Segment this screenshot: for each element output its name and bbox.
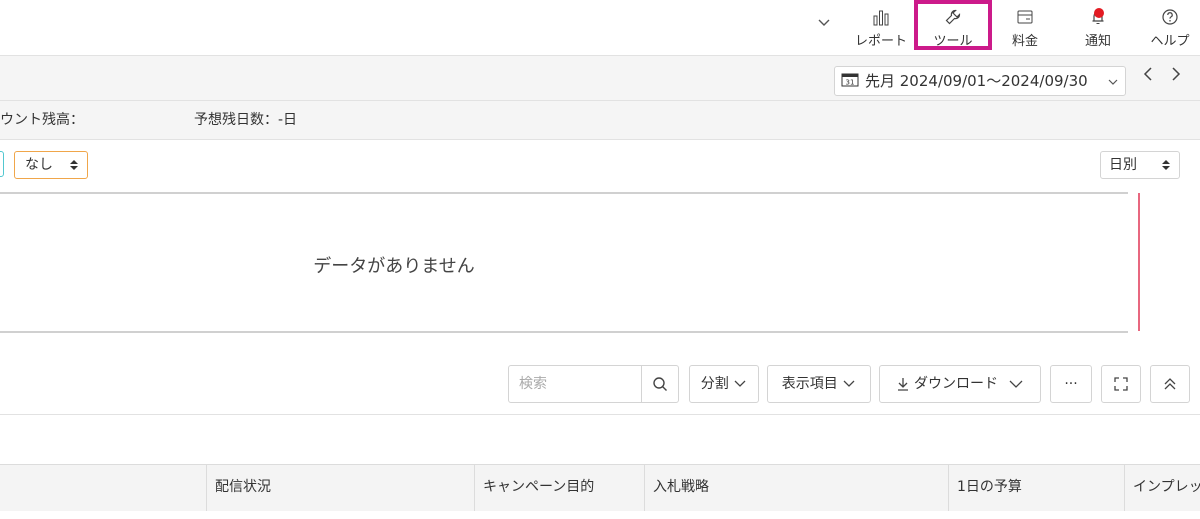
prev-period-button[interactable] <box>1138 66 1158 90</box>
svg-text:31: 31 <box>846 78 855 86</box>
search-icon <box>652 376 668 392</box>
download-icon <box>897 378 908 391</box>
more-options-button[interactable]: ··· <box>1050 365 1092 403</box>
th-delivery-status[interactable]: 配信状況 <box>207 465 475 511</box>
fullscreen-button[interactable] <box>1101 365 1141 403</box>
sort-updown-icon <box>1161 152 1171 178</box>
table-caption-area <box>0 414 1200 465</box>
account-balance-label: ウント残高： <box>0 112 84 128</box>
double-chevron-up-icon <box>1164 378 1176 390</box>
account-info-row: ウント残高： 予想残日数：-日 <box>0 100 1200 139</box>
collapse-button[interactable] <box>1150 365 1190 403</box>
question-icon <box>1142 8 1198 28</box>
wallet-icon <box>997 8 1053 28</box>
date-range-label: 先月 2024/09/01〜2024/09/30 <box>865 72 1088 90</box>
chart-top-divider <box>0 192 1128 194</box>
granularity-select[interactable]: 日別 <box>1100 151 1180 179</box>
no-data-message: データがありません <box>313 256 475 277</box>
sort-updown-icon <box>69 152 79 178</box>
search-button[interactable] <box>641 365 679 403</box>
calendar-icon: 31 <box>841 68 859 96</box>
fullscreen-icon <box>1114 377 1128 391</box>
th-impressions[interactable]: インプレッ <box>1125 465 1200 511</box>
notification-dot <box>1094 8 1104 18</box>
top-header: レポート ツール 料金 通知 ヘルプ <box>0 0 1200 56</box>
nav-report[interactable]: レポート <box>853 8 909 49</box>
split-label: 分割 <box>700 376 729 392</box>
filter-row: なし 日別 <box>0 139 1200 192</box>
download-dropdown-button[interactable]: ダウンロード <box>879 365 1041 403</box>
account-dropdown-chevron-icon[interactable] <box>796 14 852 34</box>
download-label: ダウンロード <box>914 376 998 392</box>
bar-chart-icon <box>853 8 909 28</box>
metric-select-edge[interactable] <box>0 151 4 177</box>
nav-help-label: ヘルプ <box>1150 34 1190 49</box>
compare-select[interactable]: なし <box>14 151 88 179</box>
th-campaign-objective[interactable]: キャンペーン目的 <box>475 465 645 511</box>
next-period-button[interactable] <box>1166 66 1186 90</box>
chevron-down-icon <box>1009 380 1023 388</box>
nav-help[interactable]: ヘルプ <box>1142 8 1198 49</box>
columns-dropdown-button[interactable]: 表示項目 <box>767 365 871 403</box>
more-icon: ··· <box>1064 376 1078 392</box>
th-bid-strategy[interactable]: 入札戦略 <box>645 465 949 511</box>
table-header: 配信状況 キャンペーン目的 入札戦略 1日の予算 インプレッ <box>0 464 1200 512</box>
granularity-select-value: 日別 <box>1109 157 1137 173</box>
table-body <box>0 511 1200 519</box>
chart-marker-line <box>1138 193 1140 331</box>
split-dropdown-button[interactable]: 分割 <box>689 365 759 403</box>
columns-label: 表示項目 <box>781 376 838 392</box>
estimated-days-label: 予想残日数：-日 <box>194 112 298 128</box>
chevron-down-icon <box>734 380 746 387</box>
compare-select-value: なし <box>25 157 53 173</box>
th-name[interactable] <box>0 465 207 511</box>
nav-notifications-label: 通知 <box>1084 34 1111 49</box>
tools-highlight-box <box>914 0 992 50</box>
nav-report-label: レポート <box>854 34 907 49</box>
search-input[interactable] <box>508 365 642 403</box>
nav-billing[interactable]: 料金 <box>997 8 1053 49</box>
date-dropdown-chevron-icon <box>1107 67 1119 95</box>
date-range-picker[interactable]: 31 先月 2024/09/01〜2024/09/30 <box>834 66 1126 96</box>
nav-billing-label: 料金 <box>1011 34 1038 49</box>
chevron-down-icon <box>843 380 855 387</box>
th-daily-budget[interactable]: 1日の予算 <box>949 465 1125 511</box>
